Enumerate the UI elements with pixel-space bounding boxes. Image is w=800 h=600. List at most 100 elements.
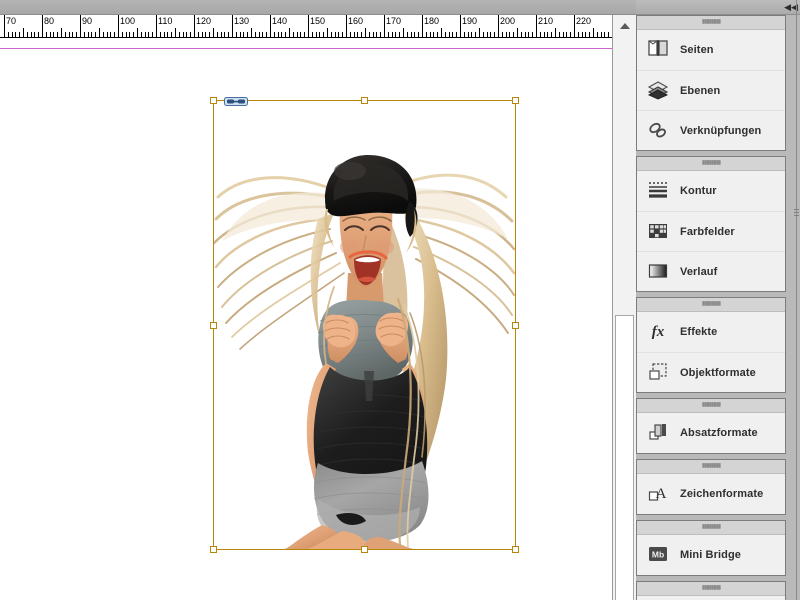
ruler-tick-minor [433,32,434,37]
ruler-tick-minor [483,32,484,37]
dock-header: ◀◀ [636,0,800,15]
frame-handle-top-right[interactable] [512,97,519,104]
placed-image[interactable] [214,101,515,549]
ruler-tick-mid [289,28,290,37]
panel-group-grip[interactable]: ▮▮▮▮▮▮▮▮ [637,582,785,596]
panel-button-seiten[interactable]: Seiten [637,30,785,70]
mini-bridge-icon: Mb [647,543,671,567]
panel-group-grip[interactable]: ▮▮▮▮▮▮▮▮ [637,521,785,535]
panel-button-kontur[interactable]: Kontur [637,171,785,211]
ruler-tick-mid [175,28,176,37]
panel-group-grip[interactable]: ▮▮▮▮▮▮▮▮ [637,399,785,413]
ruler-tick-minor [411,32,412,37]
horizontal-ruler[interactable]: 7080901001101201301401501601701801902002… [0,15,612,38]
panel-button-effekte[interactable]: fxEffekte [637,312,785,352]
ruler-tick-mid [23,28,24,37]
panel-button-artikel[interactable]: Artikel [637,596,785,600]
panel-button-mini-bridge[interactable]: Mb Mini Bridge [637,535,785,575]
ruler-tick-minor [278,32,279,37]
ruler-tick-minor [183,32,184,37]
ruler-tick-minor [354,32,355,37]
ruler-tick-mid [365,28,366,37]
panel-button-label: Absatzformate [680,427,758,439]
ruler-tick-minor [521,32,522,37]
ruler-tick-minor [266,32,267,37]
ruler-tick-minor [217,32,218,37]
ruler-tick-minor [350,32,351,37]
ruler-tick-minor [88,32,89,37]
scrollbar-track[interactable] [613,37,636,600]
panel-group-grip[interactable]: ▮▮▮▮▮▮▮▮ [637,298,785,312]
ruler-tick-minor [190,32,191,37]
frame-handle-middle-right[interactable] [512,322,519,329]
ruler-tick-mid [137,28,138,37]
effects-fx-icon: fx [647,320,671,344]
scrollbar-thumb[interactable] [615,315,634,600]
ruler-tick-minor [240,32,241,37]
grip-dots: ▮▮▮▮▮▮▮▮ [702,463,720,470]
panel-button-farbfelder[interactable]: Farbfelder [637,211,785,251]
ruler-tick-minor [407,32,408,37]
ruler-tick-minor [566,32,567,37]
ruler-tick-minor [103,32,104,37]
ruler-tick-minor [209,32,210,37]
frame-handle-top-left[interactable] [210,97,217,104]
panel-group-grip[interactable]: ▮▮▮▮▮▮▮▮ [637,157,785,171]
ruler-label: 170 [384,17,401,26]
dock-right-border [796,0,797,600]
ruler-tick-mid [213,28,214,37]
scroll-up-arrow[interactable] [613,15,636,37]
ruler-label: 110 [156,17,172,26]
selected-image-frame[interactable] [213,100,516,550]
ruler-label: 150 [308,17,325,26]
ruler-tick-minor [297,32,298,37]
panel-dock[interactable]: ◀◀ ▮▮▮▮▮▮▮▮SeitenEbenenVerknüpfungen▮▮▮▮… [636,0,800,600]
ruler-tick-minor [8,32,9,37]
panel-button-absatzformate[interactable]: Absatzformate [637,413,785,453]
frame-handle-top-center[interactable] [361,97,368,104]
content-grabber-icon[interactable] [224,95,248,108]
photo-woman-laughing [214,101,515,549]
panel-button-label: Ebenen [680,85,720,97]
panel-group-grip[interactable]: ▮▮▮▮▮▮▮▮ [637,460,785,474]
frame-handle-bottom-center[interactable] [361,546,368,553]
ruler-tick-minor [357,32,358,37]
ruler-tick-minor [167,32,168,37]
grip-dots: ▮▮▮▮▮▮▮▮ [702,160,720,167]
panel-group: ▮▮▮▮▮▮▮▮Seiten Ebenen Verknüpfungen [636,15,786,151]
ruler-tick-minor [570,32,571,37]
dock-panel-list[interactable]: ▮▮▮▮▮▮▮▮SeitenEbenenVerknüpfungen▮▮▮▮▮▮▮… [636,15,800,600]
pages-icon [647,38,671,62]
panel-button-zeichenformate[interactable]: AZeichenformate [637,474,785,514]
frame-handle-bottom-right[interactable] [512,546,519,553]
gradient-icon [647,260,671,284]
ruler-tick-minor [547,32,548,37]
panel-button-verkn-pfungen[interactable]: Verknüpfungen [637,110,785,150]
ruler-tick-minor [559,32,560,37]
ruler-tick-minor [395,32,396,37]
ruler-tick-minor [540,32,541,37]
ruler-tick-minor [179,32,180,37]
ruler-tick-minor [551,32,552,37]
grip-dots: ▮▮▮▮▮▮▮▮ [702,585,720,592]
ruler-tick-minor [34,32,35,37]
ruler-tick-mid [251,28,252,37]
ruler-tick-minor [502,32,503,37]
ruler-tick-minor [471,32,472,37]
panel-button-ebenen[interactable]: Ebenen [637,70,785,110]
panel-button-label: Mini Bridge [680,549,741,561]
ruler-tick-minor [532,32,533,37]
svg-text:Mb: Mb [652,550,664,560]
frame-handle-middle-left[interactable] [210,322,217,329]
ruler-tick-minor [27,32,28,37]
document-canvas[interactable]: 7080901001101201301401501601701801902002… [0,0,636,600]
panel-button-verlauf[interactable]: Verlauf [637,251,785,291]
ruler-tick-minor [247,32,248,37]
panel-button-objektformate[interactable]: Objektformate [637,352,785,392]
ruler-tick-minor [38,32,39,37]
canvas-vertical-scrollbar[interactable] [612,15,636,600]
panel-group-grip[interactable]: ▮▮▮▮▮▮▮▮ [637,16,785,30]
ruler-tick-minor [319,32,320,37]
frame-handle-bottom-left[interactable] [210,546,217,553]
ruler-tick-minor [525,32,526,37]
